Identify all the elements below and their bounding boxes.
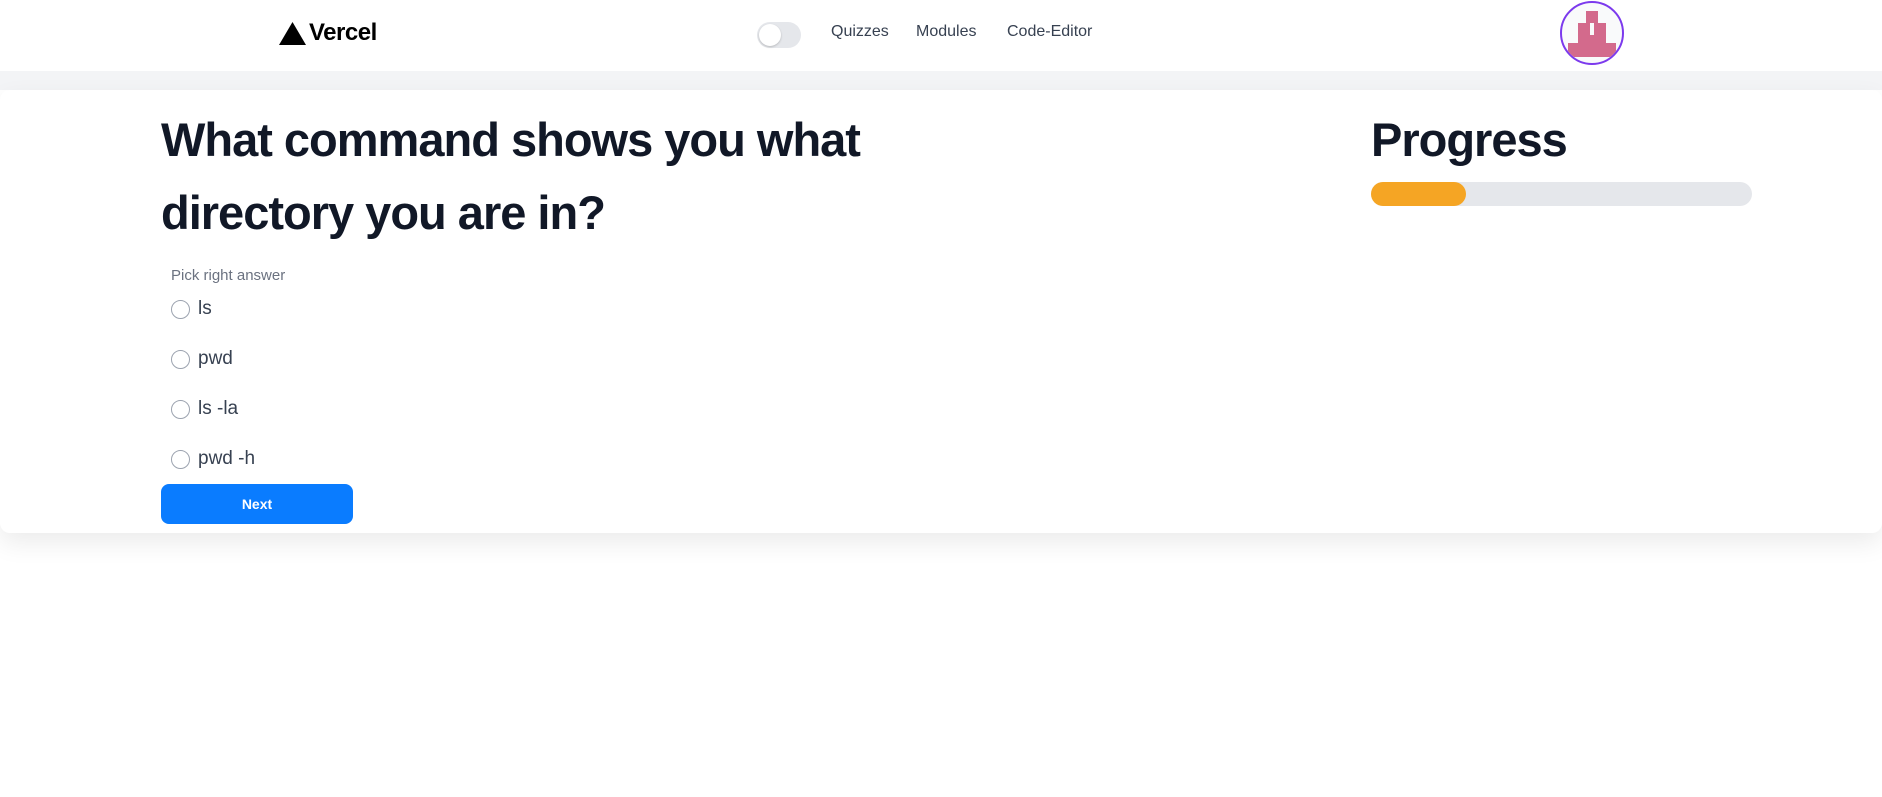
nav-link-code-editor[interactable]: Code-Editor	[1007, 23, 1092, 41]
next-button[interactable]: Next	[161, 484, 353, 524]
answer-option[interactable]: pwd -h	[171, 447, 255, 471]
progress-title: Progress	[1371, 113, 1568, 166]
answer-option-label: ls -la	[198, 398, 239, 419]
answer-option[interactable]: pwd	[171, 347, 233, 371]
pixel-avatar-icon	[1568, 11, 1616, 57]
answer-option-label: pwd	[198, 348, 233, 369]
answer-option[interactable]: ls -la	[171, 397, 238, 421]
user-avatar[interactable]	[1560, 1, 1624, 65]
radio-button[interactable]	[171, 449, 190, 469]
theme-toggle[interactable]	[757, 22, 801, 48]
nav-link-quizzes[interactable]: Quizzes	[831, 23, 889, 41]
radio-button[interactable]	[171, 349, 190, 369]
answer-option-label: pwd -h	[198, 448, 256, 469]
question-title: What command shows you what directory yo…	[161, 113, 861, 239]
radio-button[interactable]	[171, 399, 190, 419]
progress-bar-fill	[1371, 182, 1467, 206]
toggle-knob	[759, 24, 781, 46]
vercel-triangle-icon	[279, 21, 306, 45]
answer-option[interactable]: ls	[171, 297, 212, 321]
answer-option-label: ls	[198, 298, 212, 319]
answer-instruction: Pick right answer	[171, 267, 286, 284]
top-navigation-bar: Vercel Quizzes Modules Code-Editor	[0, 0, 1882, 71]
radio-button[interactable]	[171, 299, 190, 319]
nav-link-modules[interactable]: Modules	[916, 23, 976, 41]
brand-name: Vercel	[309, 19, 377, 46]
header-separator-band	[0, 71, 1882, 90]
brand-logo[interactable]: Vercel	[279, 19, 377, 47]
progress-bar	[1371, 182, 1752, 206]
